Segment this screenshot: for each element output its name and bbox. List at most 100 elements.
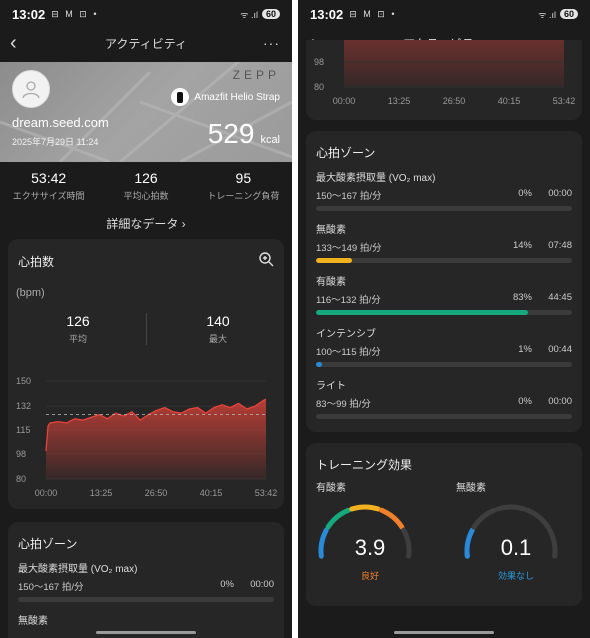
zone-line: 116〜132 拍/分 83% 44:45: [316, 292, 572, 306]
zone-line: 133〜149 拍/分 14% 07:48: [316, 240, 572, 254]
status-time: 13:02: [12, 6, 46, 22]
heart-rate-chart: 150 132 115 98 80 00:00 13:25 26:50 40:15 53:42: [16, 376, 277, 498]
user-icon: [22, 81, 40, 99]
zone-range: 133〜149 拍/分: [316, 243, 382, 254]
zone-row: インテンシブ 100〜115 拍/分 1% 00:44: [316, 325, 572, 367]
stat-exercise-time: 53:42 エクササイズ時間: [0, 170, 97, 202]
app-bar: ‹ アクティビティ ···: [0, 28, 292, 58]
zone-line: 100〜115 拍/分 1% 00:44: [316, 344, 572, 358]
zoom-in-icon[interactable]: [258, 251, 274, 267]
user-name: dream.seed.com: [12, 115, 109, 130]
zone-row: ライト 83〜99 拍/分 0% 00:00: [316, 377, 572, 419]
stat-value: 95: [235, 170, 252, 186]
hr-zones-title: 心拍ゾーン: [18, 537, 78, 551]
training-effect-title: トレーニング効果: [316, 458, 413, 472]
device-info: Amazfit Helio Strap: [171, 88, 280, 106]
avg-hr-metric: 126 平均: [28, 313, 128, 345]
page-title: アクティビティ: [105, 36, 187, 51]
y-tick-label: 98: [16, 449, 26, 459]
status-right: ᯤ .ıl 60: [538, 8, 578, 21]
heart-rate-title: 心拍数: [18, 255, 55, 269]
zone-bar-fill: [316, 258, 352, 263]
zone-percent: 14%: [512, 240, 532, 251]
y-tick-label: 80: [314, 82, 324, 92]
zone-line: 150〜167 拍/分 0% 00:00: [18, 579, 274, 593]
zone-row: 最大酸素摂取量 (VO₂ max) 150〜167 拍/分 0% 00:00: [18, 560, 274, 602]
x-tick-label: 13:25: [388, 96, 411, 106]
anaerobic-gauge: 0.1 効果なし: [456, 499, 576, 589]
x-tick-label: 53:42: [553, 96, 576, 106]
zone-line: 83〜99 拍/分 0% 00:00: [316, 396, 572, 410]
bpm-unit: (bpm): [16, 287, 45, 299]
notification-icons: ⊟ M ⊡ •: [51, 8, 99, 19]
stat-label: トレーニング負荷: [207, 191, 280, 201]
battery-icon: 60: [261, 9, 280, 19]
zone-percent: 1%: [518, 344, 532, 355]
signal-icon: ᯤ .ıl: [240, 9, 258, 20]
gauge-segment: [471, 507, 497, 530]
back-arrow-icon[interactable]: ‹: [10, 32, 17, 55]
home-indicator[interactable]: [394, 631, 494, 634]
zone-range: 150〜167 拍/分: [316, 191, 382, 202]
zone-bar: [316, 206, 572, 211]
zone-line: 150〜167 拍/分 0% 00:00: [316, 188, 572, 202]
heart-rate-card: 心拍数 (bpm) 126 平均 140 最大 150 132 115 98 80 00:…: [8, 239, 284, 509]
gauge-segment: [495, 504, 527, 512]
calories-value: 529: [207, 118, 255, 149]
zone-range: 83〜99 拍/分: [316, 399, 371, 410]
zepp-logo: ZEPP: [232, 68, 280, 82]
zone-duration: 00:00: [548, 188, 572, 199]
heart-rate-card-scrolled: 98 80 00:00 13:25 26:50 40:15 53:42: [306, 40, 582, 120]
heart-rate-chart-partial: 98 80 00:00 13:25 26:50 40:15 53:42: [314, 40, 576, 106]
zone-range: 116〜132 拍/分: [316, 295, 381, 306]
avatar[interactable]: [12, 70, 50, 108]
metric-divider: [146, 313, 147, 345]
zone-bar: [18, 597, 274, 602]
max-hr-metric: 140 最大: [168, 313, 268, 345]
stat-avg-hr: 126 平均心拍数: [97, 170, 194, 202]
calories: 529 kcal: [208, 118, 280, 150]
zone-bar-fill: [316, 310, 529, 315]
hr-area: [344, 40, 564, 86]
zone-duration: 00:44: [548, 344, 572, 355]
y-tick-label: 80: [16, 474, 26, 484]
zone-range: 100〜115 拍/分: [316, 347, 381, 358]
zone-duration: 00:00: [250, 579, 274, 590]
zone-percent: 0%: [518, 188, 532, 199]
hr-zones-title: 心拍ゾーン: [316, 146, 376, 160]
left-screen: 13:02 ⊟ M ⊡ • ᯤ .ıl 60 ‹ アクティビティ ··· ZEP…: [0, 0, 292, 638]
summary-stats: 53:42 エクササイズ時間 126 平均心拍数 95 トレーニング負荷: [0, 170, 292, 202]
training-effect-card: トレーニング効果 有酸素 無酸素 3.9 良好 0.1 効果なし: [306, 443, 582, 606]
zone-row: 無酸素: [18, 612, 274, 627]
battery-icon: 60: [559, 9, 578, 19]
zone-name: 最大酸素摂取量 (VO₂ max): [18, 564, 138, 575]
stat-value: 53:42: [31, 170, 67, 186]
gauge-segment: [525, 507, 551, 530]
zone-name: 無酸素: [316, 225, 346, 236]
x-tick-label: 40:15: [498, 96, 521, 106]
gauge-segment: [325, 507, 351, 530]
y-tick-label: 132: [16, 401, 31, 411]
aerobic-status: 良好: [360, 571, 379, 581]
aerobic-label: 有酸素: [316, 483, 346, 494]
detail-data-link[interactable]: 詳細なデータ ›: [0, 215, 292, 232]
avg-hr-value: 126: [66, 313, 90, 329]
x-tick-label: 00:00: [35, 488, 58, 498]
zone-duration: 44:45: [548, 292, 572, 303]
status-right: ᯤ .ıl 60: [240, 8, 280, 21]
home-indicator[interactable]: [96, 631, 196, 634]
status-time: 13:02: [310, 6, 344, 22]
more-options-icon[interactable]: ···: [263, 35, 280, 51]
zone-range: 150〜167 拍/分: [18, 582, 84, 593]
zone-row: 有酸素 116〜132 拍/分 83% 44:45: [316, 273, 572, 315]
x-tick-label: 40:15: [200, 488, 223, 498]
stat-label: 平均心拍数: [123, 191, 169, 201]
zone-bar: [316, 310, 572, 315]
zone-bar: [316, 362, 572, 367]
zone-bar: [316, 414, 572, 419]
x-tick-label: 26:50: [145, 488, 168, 498]
zone-name: 無酸素: [18, 616, 48, 627]
zone-name: ライト: [316, 381, 346, 392]
calories-unit: kcal: [260, 134, 280, 146]
zone-name: インテンシブ: [316, 329, 376, 340]
